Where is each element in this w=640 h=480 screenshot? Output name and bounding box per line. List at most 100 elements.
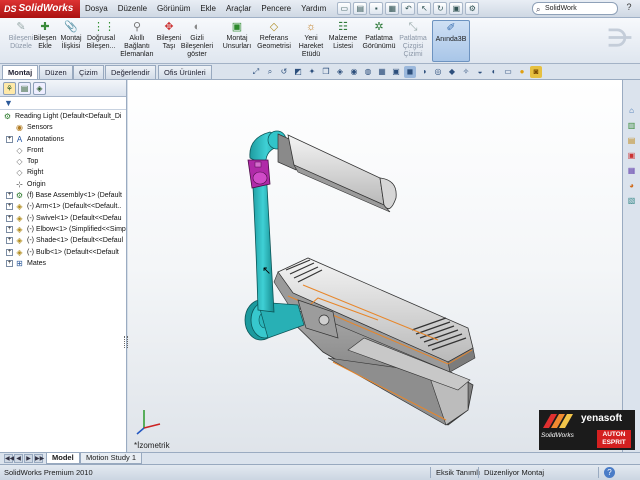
tree-node[interactable]: + ◈ (-) Swivel<1> (Default<<Defau <box>0 213 126 224</box>
tree-node[interactable]: + ⊞ Mates <box>0 258 126 269</box>
arm-base-disk[interactable] <box>244 299 305 341</box>
expand-toggle-icon[interactable]: + <box>6 192 13 200</box>
expand-toggle-icon[interactable]: + <box>6 259 13 267</box>
menu-ekle[interactable]: Ekle <box>195 4 221 13</box>
lights-icon[interactable]: ● <box>516 66 528 78</box>
select-arrow-icon[interactable]: ↖ <box>417 2 432 15</box>
file-properties-icon[interactable]: ▣ <box>449 2 464 15</box>
edit-appearance-icon[interactable]: ◍ <box>362 66 374 78</box>
cartoon-icon[interactable]: ✧ <box>460 66 472 78</box>
tree-node[interactable]: ⚙ Reading Light (Default<Default_Di <box>0 111 126 122</box>
dynamic-annotation-icon[interactable]: ✦ <box>306 66 318 78</box>
first-tab-icon[interactable]: ◀◀ <box>4 454 14 463</box>
zoom-to-area-icon[interactable]: ⌕ <box>264 66 276 78</box>
expand-toggle-icon[interactable]: + <box>6 203 13 211</box>
tree-node[interactable]: + ◈ (-) Shade<1> (Default<<Defaul <box>0 235 126 246</box>
save-icon[interactable]: ▪ <box>369 2 384 15</box>
tree-node[interactable]: + A Annotations <box>0 134 126 145</box>
help-icon[interactable]: ? <box>622 2 636 15</box>
instant3d-button[interactable]: ✐ Anında3B <box>432 20 470 62</box>
tab-degerlendir[interactable]: Değerlendir <box>105 65 156 79</box>
menu-duzenle[interactable]: Düzenle <box>113 4 152 13</box>
lamp-shade[interactable] <box>277 133 397 213</box>
tree-node[interactable]: ◇ Right <box>0 167 126 178</box>
realview-icon[interactable]: ◆ <box>446 66 458 78</box>
tree-node[interactable]: ◉ Sensors <box>0 122 126 133</box>
menu-araclar[interactable]: Araçlar <box>221 4 256 13</box>
menu-pencere[interactable]: Pencere <box>256 4 296 13</box>
appearances-icon[interactable]: ◕ <box>625 179 638 192</box>
tab-model[interactable]: Model <box>46 453 80 464</box>
configuration-manager-tab-icon[interactable]: ◈ <box>33 82 46 95</box>
last-tab-icon[interactable]: ▶▶ <box>34 454 44 463</box>
graphics-viewport[interactable]: ↖ *İzometrik <box>128 80 622 452</box>
next-tab-icon[interactable]: ▶ <box>24 454 33 463</box>
section-view-icon[interactable]: ◩ <box>292 66 304 78</box>
rebuild-icon[interactable]: ↻ <box>433 2 448 15</box>
menu-yardim[interactable]: Yardım <box>296 4 331 13</box>
tab-duzen[interactable]: Düzen <box>39 65 73 79</box>
show-hidden-button[interactable]: ◐ Gizli Bileşenleri göster <box>178 20 216 59</box>
expand-toggle-icon[interactable]: + <box>6 214 13 222</box>
open-folder-icon[interactable]: ▤ <box>353 2 368 15</box>
search-input[interactable]: ⌕ SolidWork <box>532 2 618 15</box>
zoom-to-fit-icon[interactable]: ⤢ <box>250 66 262 78</box>
scene-icon[interactable]: ◐ <box>488 66 500 78</box>
explode-line-button[interactable]: ⤡ Patlatma Çizgisi Çizimi <box>394 20 432 59</box>
apply-scene-icon[interactable]: ▦ <box>376 66 388 78</box>
expand-toggle-icon[interactable]: + <box>6 225 13 233</box>
status-product: SolidWorks Premium 2010 <box>4 468 93 477</box>
expand-toggle-icon[interactable]: + <box>6 248 13 256</box>
shaded-icon[interactable]: ◼ <box>404 66 416 78</box>
custom-properties-icon[interactable]: ▧ <box>625 194 638 207</box>
tab-motion-study-1[interactable]: Motion Study 1 <box>80 453 143 464</box>
tree-node[interactable]: ◇ Top <box>0 156 126 167</box>
status-help-icon[interactable]: ? <box>604 467 615 478</box>
new-document-icon[interactable]: ▭ <box>337 2 352 15</box>
hide-show-items-icon[interactable]: ◉ <box>348 66 360 78</box>
previous-tab-icon[interactable]: ◀ <box>14 454 23 463</box>
design-library-icon[interactable]: ▥ <box>625 119 638 132</box>
view-palette-icon[interactable]: ▦ <box>625 164 638 177</box>
ambient-occlusion-icon[interactable]: ◒ <box>474 66 486 78</box>
display-style-icon[interactable]: ◈ <box>334 66 346 78</box>
menu-gorunum[interactable]: Görünüm <box>152 4 195 13</box>
expand-toggle-icon[interactable]: + <box>6 135 13 143</box>
search-results-icon[interactable]: ▣ <box>625 149 638 162</box>
tree-node[interactable]: + ◈ (-) Arm<1> (Default<<Default.. <box>0 201 126 212</box>
reference-geometry-button[interactable]: ◇ Referans Geometrisi <box>255 20 293 51</box>
tree-filter-row[interactable]: ▼ <box>0 97 126 110</box>
tree-node[interactable]: + ◈ (-) Elbow<1> (Simplified<<Simp <box>0 224 126 235</box>
tree-node[interactable]: + ◈ (-) Bulb<1> (Default<<Default <box>0 247 126 258</box>
shadows-icon[interactable]: ◑ <box>418 66 430 78</box>
linear-pattern-button[interactable]: ⋮⋮ Doğrusal Bileşen... <box>82 20 120 51</box>
reading-light-model[interactable] <box>128 80 622 452</box>
feature-manager-tab-icon[interactable]: ⚘ <box>3 82 16 95</box>
previous-view-icon[interactable]: ↺ <box>278 66 290 78</box>
file-explorer-icon[interactable]: ▤ <box>625 134 638 147</box>
bom-button[interactable]: ☷ Malzeme Listesi <box>324 20 362 51</box>
solidworks-resources-icon[interactable]: ⌂ <box>625 104 638 117</box>
tree-node[interactable]: ◇ Front <box>0 145 126 156</box>
property-manager-tab-icon[interactable]: ▤ <box>18 82 31 95</box>
view-orientation-icon[interactable]: ❒ <box>320 66 332 78</box>
view-settings-icon[interactable]: ▣ <box>390 66 402 78</box>
tree-node[interactable]: ⊹ Origin <box>0 179 126 190</box>
expand-toggle-icon[interactable]: + <box>6 237 13 245</box>
assembly-features-button[interactable]: ▣ Montaj Unsurları <box>218 20 256 51</box>
solidworks-logo[interactable]: DS SolidWorks <box>0 0 80 18</box>
tab-cizim[interactable]: Çizim <box>73 65 104 79</box>
linear-pattern-icon: ⋮⋮ <box>93 21 115 33</box>
menu-dosya[interactable]: Dosya <box>80 4 113 13</box>
tab-ofis-urunleri[interactable]: Ofis Ürünleri <box>158 65 212 79</box>
options-icon[interactable]: ⚙ <box>465 2 480 15</box>
tree-node[interactable]: + ⚙ (f) Base Assembly<1> (Default <box>0 190 126 201</box>
undo-icon[interactable]: ↶ <box>401 2 416 15</box>
perspective-icon[interactable]: ◎ <box>432 66 444 78</box>
exploded-view-button[interactable]: ✲ Patlatma Görünümü <box>360 20 398 51</box>
photoview-icon[interactable]: ◙ <box>530 66 542 78</box>
ground-icon[interactable]: ▭ <box>502 66 514 78</box>
print-icon[interactable]: ▦ <box>385 2 400 15</box>
tab-montaj[interactable]: Montaj <box>2 65 39 79</box>
swivel-joint[interactable] <box>247 159 271 189</box>
